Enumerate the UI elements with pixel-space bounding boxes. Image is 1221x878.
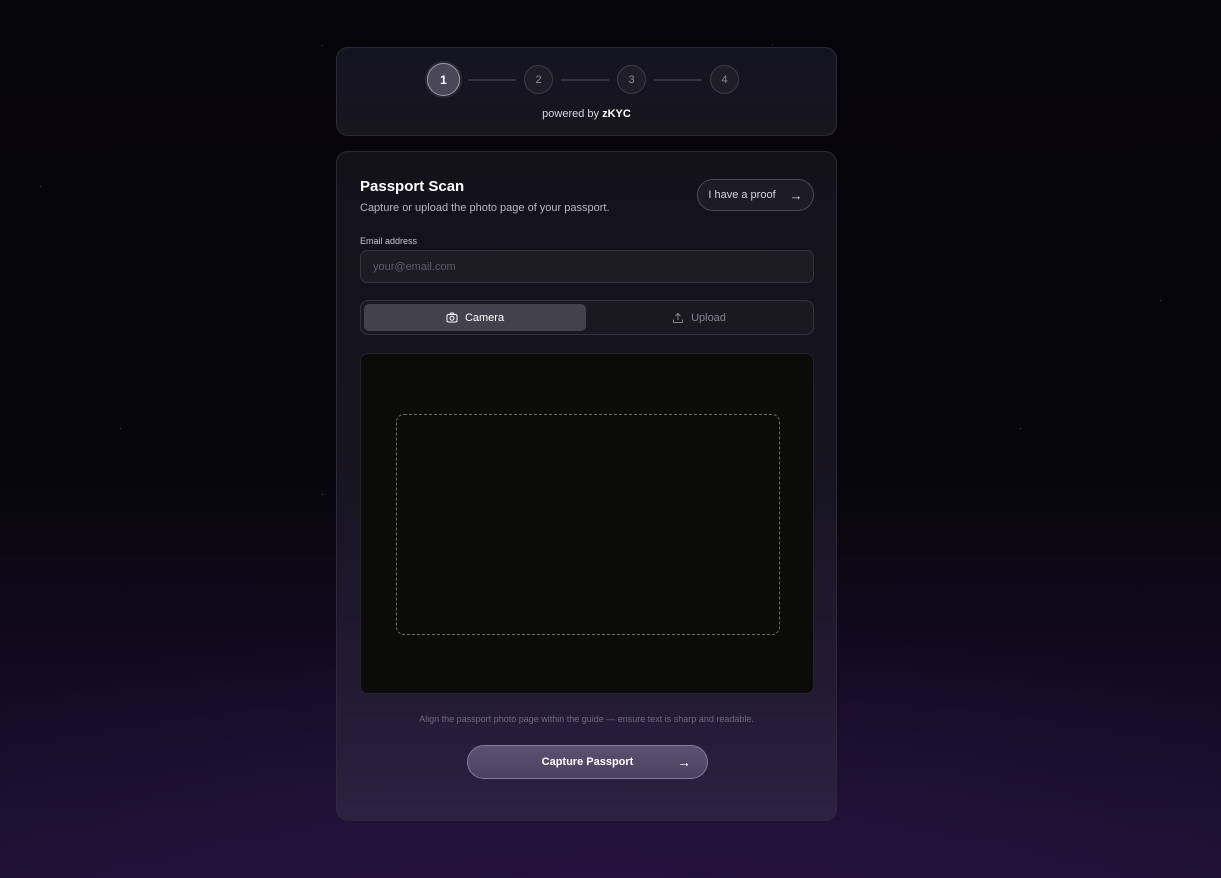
step-1: 1 [427, 63, 460, 96]
step-connector [561, 78, 609, 81]
tab-camera[interactable]: Camera [364, 304, 586, 331]
tab-camera-label: Camera [464, 311, 505, 324]
star-decoration [1160, 300, 1161, 301]
page-subtitle: Capture or upload the photo page of your… [360, 202, 610, 214]
have-proof-button[interactable]: I have a proof → [697, 179, 814, 211]
capture-passport-label: Capture Passport [541, 756, 634, 768]
step-4: 4 [710, 65, 739, 94]
passport-guide-frame [396, 414, 780, 635]
tab-upload-label: Upload [691, 311, 726, 324]
arrow-right-icon: → [677, 754, 691, 770]
star-decoration [772, 44, 773, 45]
alignment-hint: Align the passport photo page within the… [419, 714, 754, 724]
star-decoration [40, 186, 41, 187]
tab-upload[interactable]: Upload [588, 304, 810, 331]
step-indicator: 1 2 3 4 [427, 63, 739, 96]
star-decoration [1020, 428, 1021, 429]
brand-name: zKYC [602, 108, 631, 120]
star-decoration [322, 45, 323, 46]
step-connector [654, 78, 702, 81]
email-field[interactable] [360, 250, 814, 283]
passport-scan-card: Passport Scan Capture or upload the phot… [336, 151, 837, 821]
capture-mode-tabs: Camera Upload [360, 300, 814, 335]
have-proof-label: I have a proof [708, 189, 776, 201]
powered-prefix: powered by [542, 108, 600, 120]
step-number: 4 [721, 73, 728, 86]
powered-by: powered by zKYC [337, 108, 836, 120]
step-2: 2 [524, 65, 553, 94]
stepper-card: 1 2 3 4 powered by zKYC [336, 47, 837, 136]
email-label: Email address [360, 236, 418, 246]
step-number: 3 [628, 73, 635, 86]
upload-icon [673, 312, 684, 323]
star-decoration [120, 428, 121, 429]
page-title: Passport Scan [360, 178, 465, 195]
step-number: 2 [535, 73, 542, 86]
camera-viewport [360, 353, 814, 694]
step-connector [468, 78, 516, 81]
star-decoration [322, 494, 323, 495]
camera-icon [446, 312, 458, 323]
arrow-right-icon: → [789, 187, 803, 203]
capture-passport-button[interactable]: Capture Passport → [467, 745, 708, 779]
step-number: 1 [440, 72, 447, 87]
step-3: 3 [617, 65, 646, 94]
